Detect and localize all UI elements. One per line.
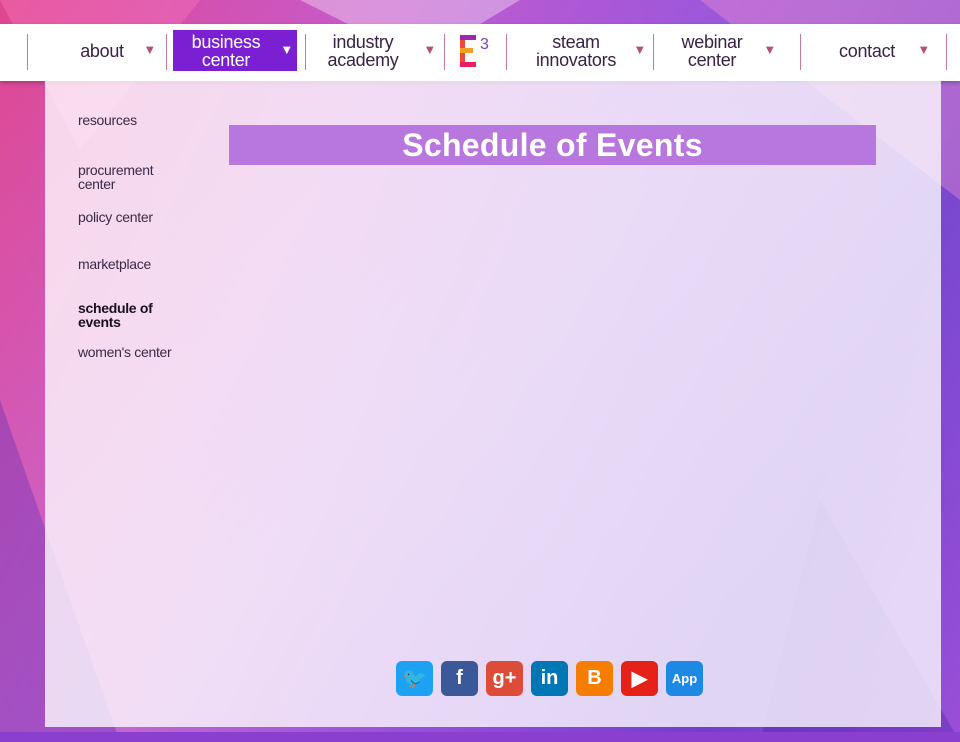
nav-separator xyxy=(800,34,801,70)
nav-item-label: webinar xyxy=(681,31,743,52)
nav-separator xyxy=(166,34,167,70)
app-icon[interactable]: App xyxy=(666,661,703,696)
top-navigation: about ▼ business center ▼ industry acade… xyxy=(0,24,960,81)
nav-separator xyxy=(506,34,507,70)
chevron-down-icon: ▼ xyxy=(280,42,293,57)
chevron-down-icon: ▼ xyxy=(633,42,646,57)
chevron-down-icon: ▼ xyxy=(763,42,776,57)
nav-item-label: innovators xyxy=(535,49,617,70)
nav-item-label: industry xyxy=(332,31,394,52)
sidebar-item-schedule-of-events[interactable]: schedule of events xyxy=(78,301,174,329)
nav-item-label: about xyxy=(80,40,124,61)
nav-item-label: business xyxy=(191,31,261,52)
youtube-icon[interactable]: ▶ xyxy=(621,661,658,696)
linkedin-icon[interactable]: in xyxy=(531,661,568,696)
nav-item-label: center xyxy=(201,49,251,70)
chevron-down-icon: ▼ xyxy=(917,42,930,57)
nav-item-label: center xyxy=(687,49,737,70)
nav-item-webinar-center[interactable]: webinar center ▼ xyxy=(668,30,777,71)
nav-item-label: academy xyxy=(327,49,399,70)
nav-separator xyxy=(305,34,306,70)
nav-item-industry-academy[interactable]: industry academy ▼ xyxy=(318,30,437,71)
nav-item-steam-innovators[interactable]: steam innovators ▼ xyxy=(520,30,646,71)
blogger-icon[interactable]: B xyxy=(576,661,613,696)
sidebar-item-policy-center[interactable]: policy center xyxy=(78,210,188,224)
svg-text:3: 3 xyxy=(480,36,489,53)
facebook-icon[interactable]: f xyxy=(441,661,478,696)
nav-item-label: contact xyxy=(839,40,895,61)
e3-logo-icon[interactable]: 3 xyxy=(458,33,494,69)
google-plus-icon[interactable]: g+ xyxy=(486,661,523,696)
nav-item-business-center[interactable]: business center ▼ xyxy=(173,30,297,71)
page-title-bar: Schedule of Events xyxy=(229,125,876,165)
sidebar-item-womens-center[interactable]: women's center xyxy=(78,345,188,359)
nav-separator xyxy=(444,34,445,70)
social-links: 🐦 f g+ in B ▶ App xyxy=(396,661,703,696)
nav-separator xyxy=(653,34,654,70)
page-title: Schedule of Events xyxy=(402,126,703,163)
content-panel: resources procurement center policy cent… xyxy=(45,81,941,727)
nav-item-contact[interactable]: contact ▼ xyxy=(820,30,930,71)
sidebar-item-procurement-center[interactable]: procurement center xyxy=(78,163,168,191)
sidebar-item-marketplace[interactable]: marketplace xyxy=(78,257,188,271)
twitter-icon[interactable]: 🐦 xyxy=(396,661,433,696)
chevron-down-icon: ▼ xyxy=(143,42,156,57)
nav-separator xyxy=(27,34,28,70)
nav-item-about[interactable]: about ▼ xyxy=(50,30,156,71)
sidebar-item-resources[interactable]: resources xyxy=(78,113,188,127)
nav-separator xyxy=(946,34,947,70)
nav-item-label: steam xyxy=(552,31,600,52)
chevron-down-icon: ▼ xyxy=(423,42,436,57)
bottom-strip xyxy=(0,732,960,742)
